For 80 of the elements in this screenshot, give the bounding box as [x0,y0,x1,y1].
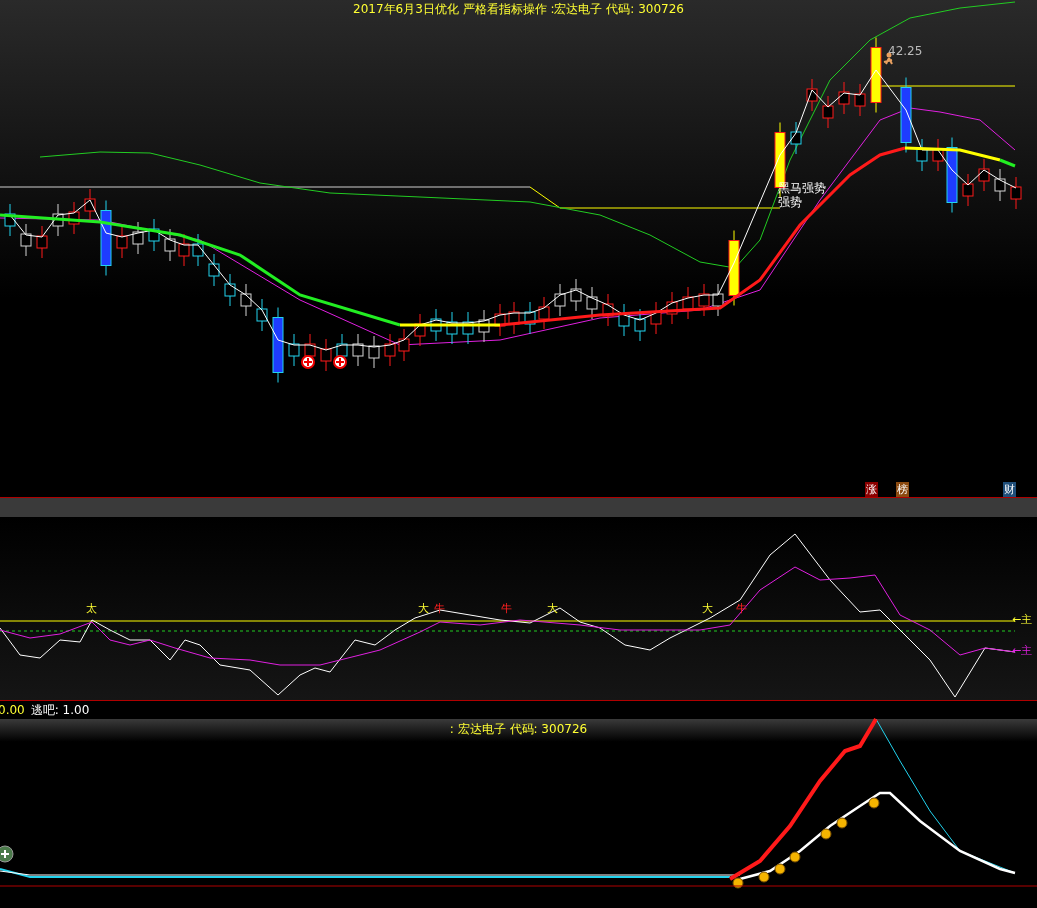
fruit-dot-icon [774,863,786,875]
signal-marker: 牛 [736,603,747,614]
candlestick [288,333,300,367]
candlestick [478,309,490,343]
chart-title: : 宏达电子 代码: 300726 [449,721,588,738]
candlestick [208,253,220,287]
candlestick [68,201,80,235]
candlestick [712,283,724,317]
candlestick [116,225,128,259]
signal-marker: 大 [547,603,558,614]
line-label: ←主 [1012,614,1033,625]
candlestick [822,95,834,129]
candlestick [806,78,818,112]
signal-label: 黑马强势 [778,182,826,194]
candlestick [790,121,802,155]
candlestick [524,301,536,335]
candlestick [494,303,506,337]
candlestick [164,228,176,262]
candlestick [414,313,426,347]
fruit-dot-icon [758,871,770,883]
candlestick [398,328,410,362]
candlestick [384,333,396,367]
candlestick [1010,176,1022,210]
candlestick [368,335,380,369]
candlestick [666,291,678,325]
fruit-dot-icon [820,828,832,840]
candlestick [36,225,48,259]
candlestick [446,311,458,345]
candlestick [84,188,96,222]
candlestick [256,298,268,332]
readout-label: 逃吧: 1.00 [30,702,90,719]
candlestick [554,283,566,317]
candlestick [462,311,474,345]
candlestick [838,81,850,115]
candlestick [240,283,252,317]
plus-circle-icon [301,355,315,369]
candlestick [192,233,204,267]
candlestick [224,273,236,307]
candlestick [132,221,144,255]
price-label: 42.25 [888,43,923,60]
candlestick [618,303,630,337]
candlestick [962,173,974,207]
candlestick [430,308,442,342]
line-label: ←主 [1012,645,1033,656]
zoom-in-icon[interactable] [0,845,14,863]
candlestick [586,286,598,320]
signal-marker: 太 [86,603,97,614]
candlestick [650,301,662,335]
candlestick [978,158,990,192]
candlestick [570,278,582,312]
candlestick [932,138,944,172]
tag[interactable]: 财 [1003,482,1016,497]
candlestick [682,286,694,320]
candlestick [148,218,160,252]
candlestick [994,168,1006,202]
chart-title: 2017年6月3日优化 严格看指标操作 :宏达电子 代码: 300726 [353,1,684,18]
candlestick [4,203,16,237]
fruit-dot-icon [789,851,801,863]
signal-marker: 大 [418,603,429,614]
candlestick [508,301,520,335]
signal-label: 强势 [778,196,802,208]
candlestick [178,233,190,267]
fruit-dot-icon [868,797,880,809]
plus-circle-icon [333,355,347,369]
candlestick [538,296,550,330]
tag[interactable]: 涨 [865,482,878,497]
candlestick [602,293,614,327]
candlestick [320,338,332,372]
fruit-dot-icon [732,877,744,889]
signal-marker: 大 [702,603,713,614]
candlestick [698,283,710,317]
candlestick [20,223,32,257]
candlestick [352,333,364,367]
candlestick [854,83,866,117]
fruit-dot-icon [836,817,848,829]
candlestick [916,138,928,172]
candlestick [634,308,646,342]
candlestick [52,203,64,237]
signal-marker: 牛 [501,603,512,614]
tag[interactable]: 榜 [896,482,909,497]
